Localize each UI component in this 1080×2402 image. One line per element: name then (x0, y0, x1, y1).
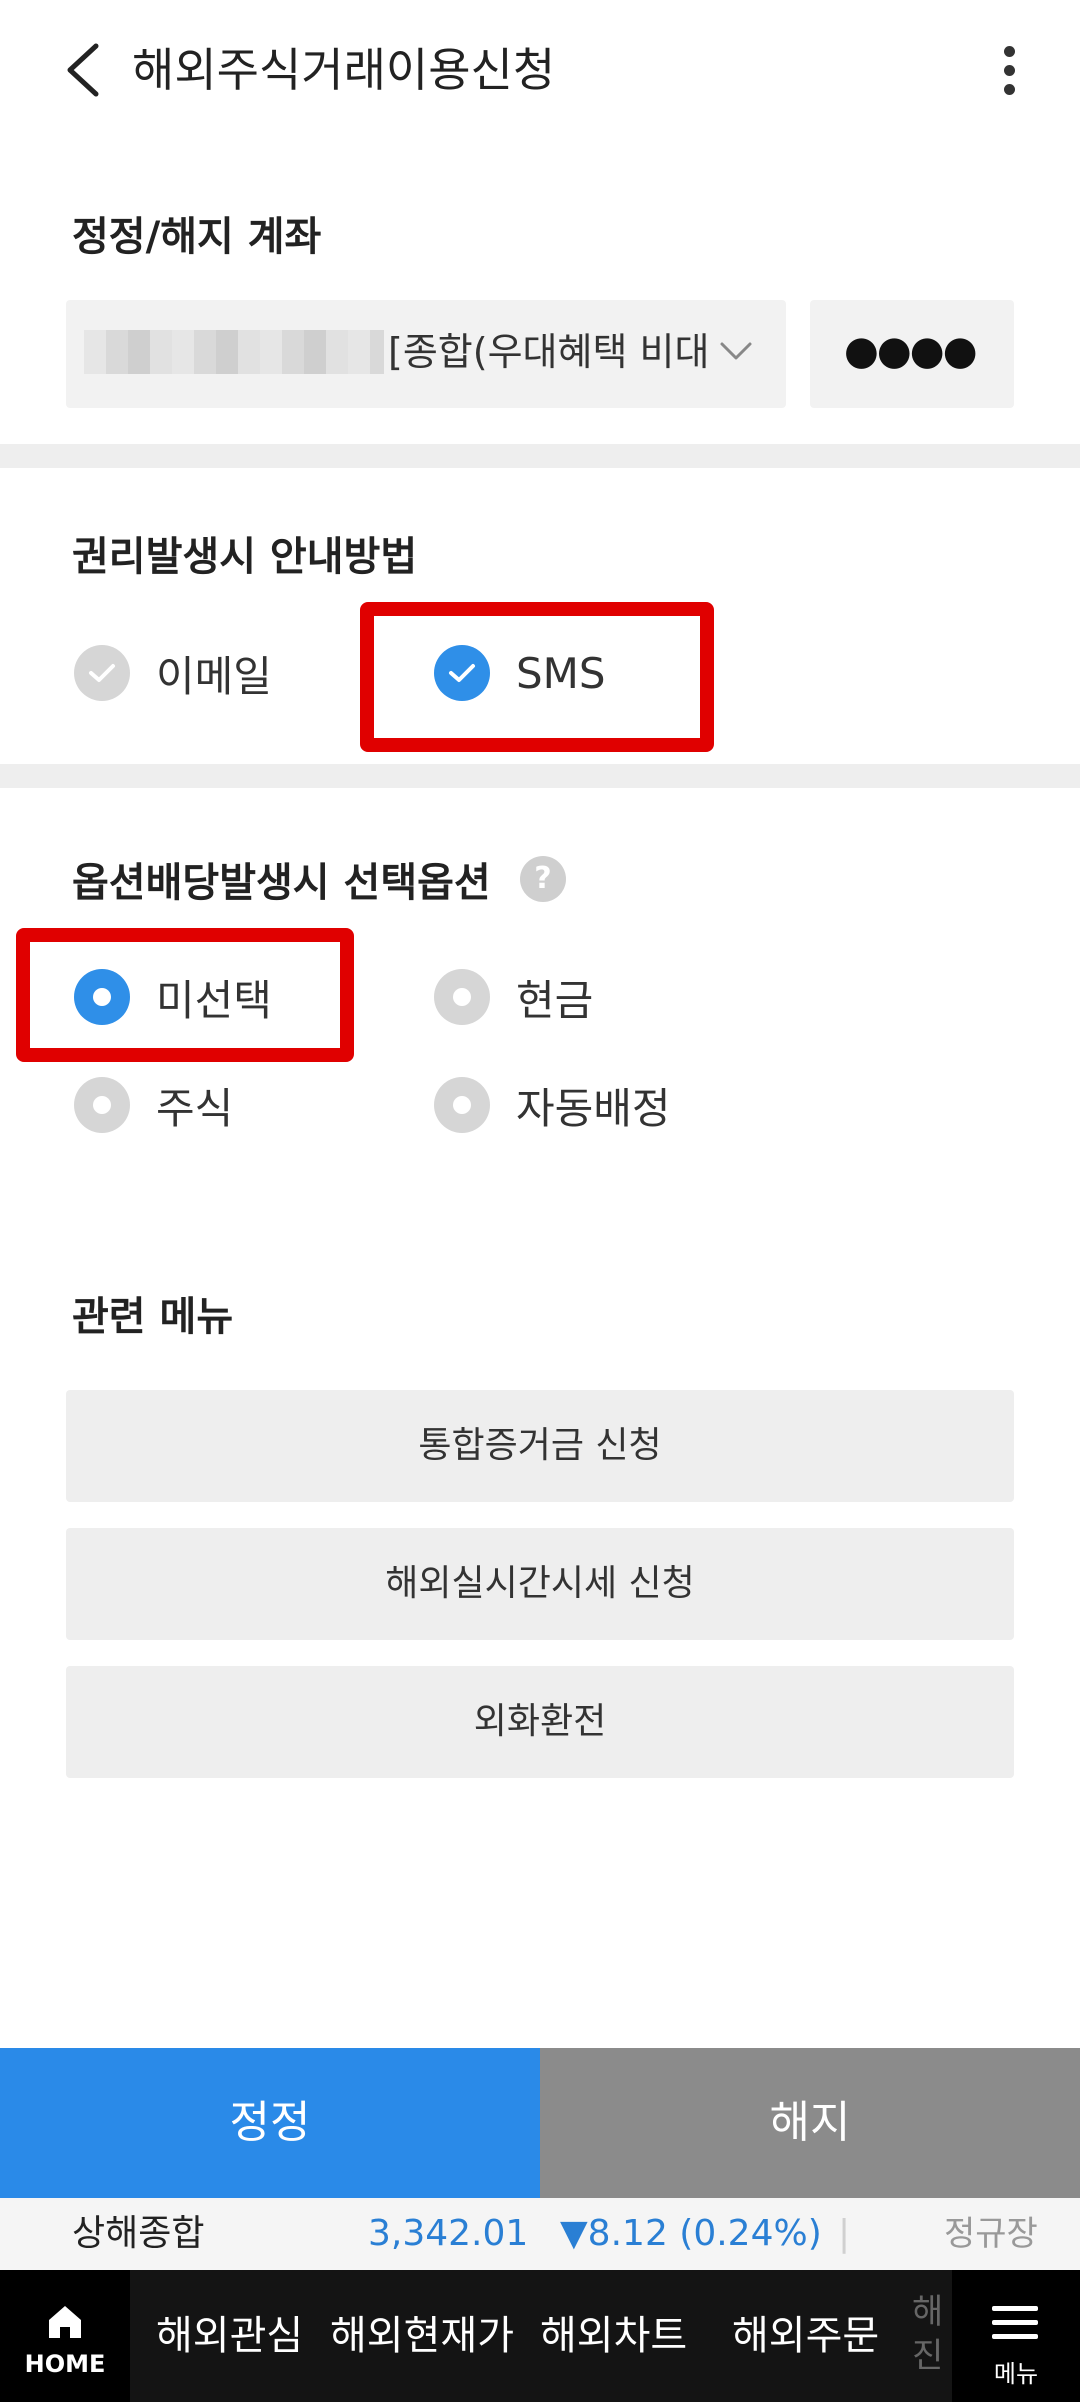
market-status: 정규장 (944, 2214, 1038, 2254)
option-radio-label: 주식 (156, 1083, 234, 1133)
highlight-box-sms (360, 602, 714, 752)
option-radio-stock[interactable]: 주식 (74, 1070, 233, 1140)
index-ticker[interactable]: 상해종합 3,342.01 ▼8.12 (0.24%) | 정규장 (0, 2198, 1080, 2270)
home-icon (49, 2306, 81, 2338)
section-divider (0, 444, 1080, 468)
ticker-change: ▼8.12 (0.24%) (560, 2213, 822, 2254)
section-divider (0, 764, 1080, 788)
nav-home-button[interactable]: HOME (0, 2270, 130, 2402)
nav-tab-order[interactable]: 해외주문 (732, 2270, 879, 2402)
back-button[interactable] (60, 38, 108, 102)
radio-icon (434, 1077, 490, 1133)
menu-button-integrated-margin[interactable]: 통합증거금 신청 (66, 1390, 1014, 1502)
ticker-name: 상해종합 (72, 2213, 205, 2254)
nav-tab-watchlist[interactable]: 해외관심 (156, 2270, 303, 2402)
account-select[interactable]: [종합(우대혜택 비대 (66, 300, 786, 408)
header: 해외주식거래이용신청 (0, 0, 1080, 140)
notify-option-label: 이메일 (156, 651, 272, 701)
account-password-field[interactable]: ●●●● (810, 300, 1014, 408)
password-mask: ●●●● (844, 328, 978, 374)
radio-icon (434, 969, 490, 1025)
chevron-left-icon (67, 43, 99, 97)
notify-section-title: 권리발생시 안내방법 (72, 534, 418, 580)
help-icon[interactable]: ? (520, 856, 566, 902)
nav-home-label: HOME (24, 2350, 106, 2378)
nav-menu-label: 메뉴 (993, 2360, 1039, 2388)
account-number-masked (84, 330, 384, 374)
option-radio-auto[interactable]: 자동배정 (434, 1070, 671, 1140)
edit-button[interactable]: 정정 (0, 2048, 540, 2198)
menu-button-realtime-quotes[interactable]: 해외실시간시세 신청 (66, 1528, 1014, 1640)
option-radio-label: 현금 (516, 975, 594, 1025)
chevron-down-icon (720, 342, 752, 360)
menu-button-fx-exchange[interactable]: 외화환전 (66, 1666, 1014, 1778)
nav-tab-current-price[interactable]: 해외현재가 (330, 2270, 514, 2402)
check-icon (74, 645, 130, 701)
action-bar: 정정 해지 (0, 2048, 1080, 2198)
account-section-title: 정정/해지 계좌 (72, 214, 322, 260)
account-select-text: [종합(우대혜택 비대 (388, 330, 710, 374)
radio-icon (74, 1077, 130, 1133)
nav-menu-button[interactable]: 메뉴 (952, 2270, 1080, 2402)
more-options-button[interactable] (980, 38, 1040, 102)
page-title: 해외주식거래이용신청 (132, 43, 556, 97)
option-radio-cash[interactable]: 현금 (434, 962, 593, 1032)
notify-option-email[interactable]: 이메일 (74, 638, 272, 708)
nav-tab-partial[interactable]: 해진 (912, 2290, 943, 2378)
highlight-box-none (16, 928, 354, 1062)
terminate-button[interactable]: 해지 (540, 2048, 1080, 2198)
ticker-separator: | (838, 2213, 851, 2254)
ticker-value: 3,342.01 (368, 2213, 529, 2254)
related-menu-title: 관련 메뉴 (72, 1294, 234, 1340)
option-radio-label: 자동배정 (516, 1083, 671, 1133)
option-section-title: 옵션배당발생시 선택옵션 (72, 860, 491, 906)
nav-tab-chart[interactable]: 해외차트 (540, 2270, 687, 2402)
bottom-nav: HOME 해외관심 해외현재가 해외차트 해외주문 해진 메뉴 (0, 2270, 1080, 2402)
